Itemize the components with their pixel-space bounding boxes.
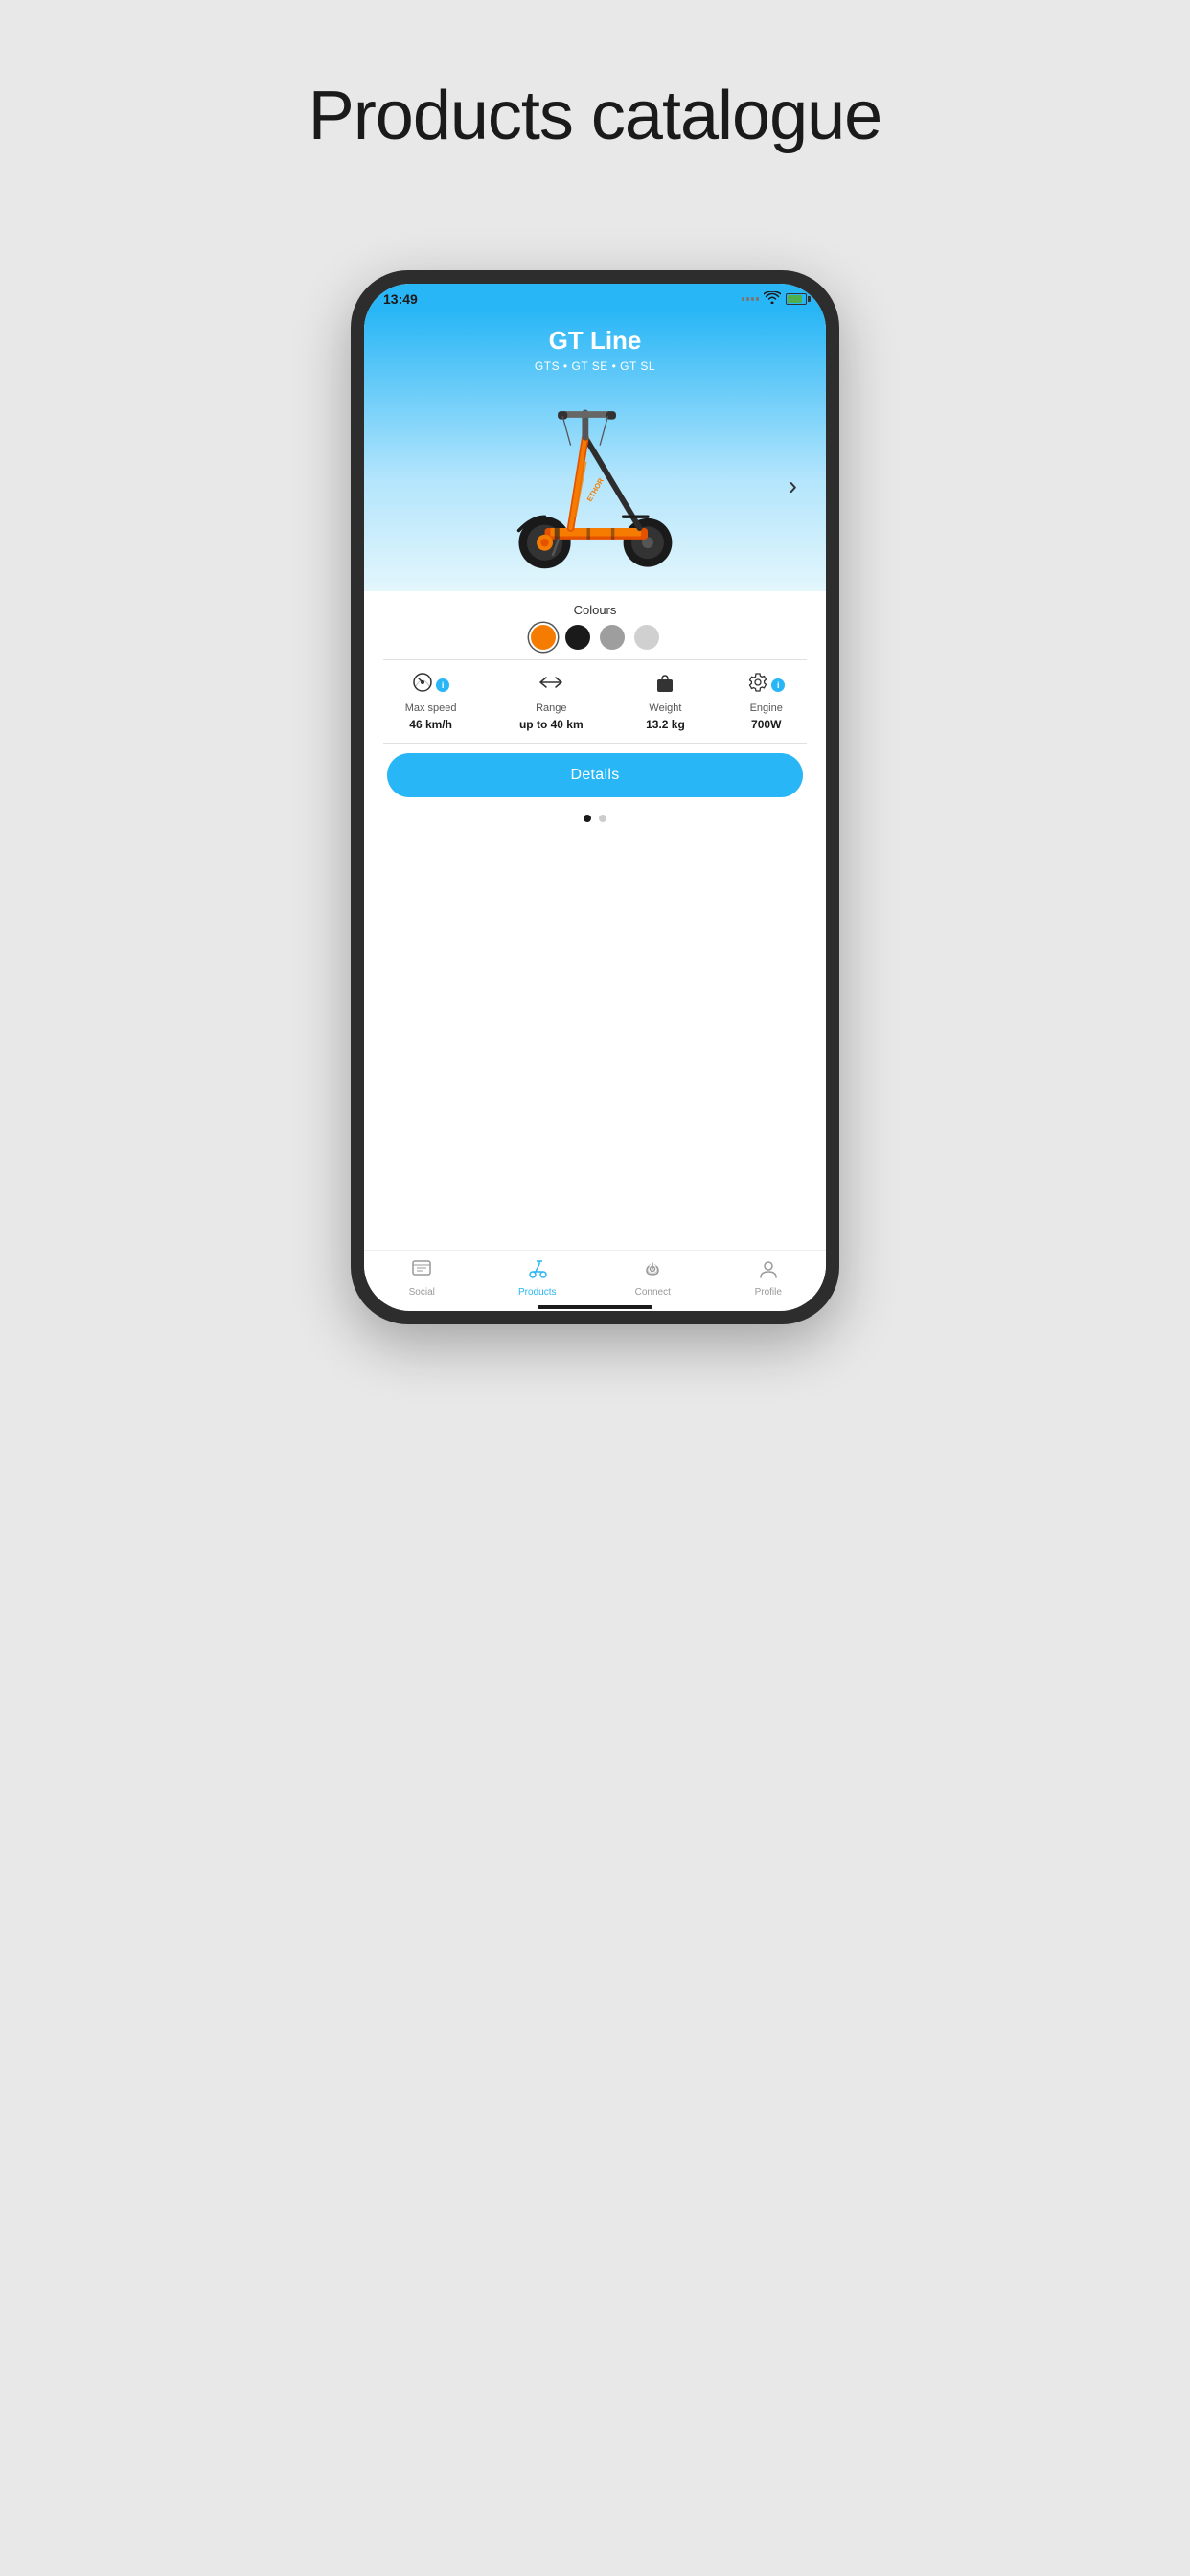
spec-max-speed: i Max speed 46 km/h bbox=[405, 672, 457, 731]
signal-icon bbox=[742, 297, 759, 301]
colors-section: Colours bbox=[364, 591, 826, 659]
color-swatch-orange[interactable] bbox=[531, 625, 556, 650]
profile-icon bbox=[758, 1258, 779, 1285]
spec-label-speed: Max speed bbox=[405, 702, 457, 714]
spec-value-weight: 13.2 kg bbox=[646, 718, 685, 731]
spec-icon-row-engine: i bbox=[747, 672, 785, 699]
color-swatch-black[interactable] bbox=[565, 625, 590, 650]
product-name: GT Line bbox=[549, 326, 642, 356]
spec-value-range: up to 40 km bbox=[519, 718, 584, 731]
home-indicator bbox=[538, 1305, 652, 1309]
products-icon bbox=[527, 1258, 548, 1285]
status-icons bbox=[742, 291, 807, 307]
spec-icon-row-speed: i bbox=[412, 672, 449, 699]
status-bar: 13:49 bbox=[364, 284, 826, 310]
gear-icon bbox=[747, 672, 768, 699]
spec-label-engine: Engine bbox=[750, 702, 783, 714]
details-section: Details bbox=[364, 744, 826, 807]
nav-label-social: Social bbox=[409, 1287, 435, 1298]
color-swatches bbox=[383, 625, 807, 650]
next-arrow-button[interactable]: › bbox=[789, 471, 797, 501]
scooter-image: ETHOR bbox=[490, 390, 700, 582]
spec-range: Range up to 40 km bbox=[519, 672, 584, 731]
speedometer-icon bbox=[412, 672, 433, 699]
nav-label-profile: Profile bbox=[755, 1287, 782, 1298]
spec-icon-row-weight bbox=[654, 672, 675, 699]
speed-info-badge[interactable]: i bbox=[436, 678, 449, 692]
weight-icon bbox=[654, 672, 675, 699]
nav-item-products[interactable]: Products bbox=[480, 1258, 596, 1298]
spec-engine: i Engine 700W bbox=[747, 672, 785, 731]
spec-weight: Weight 13.2 kg bbox=[646, 672, 685, 731]
status-time: 13:49 bbox=[383, 291, 418, 307]
spec-value-engine: 700W bbox=[751, 718, 781, 731]
svg-text:ETHOR: ETHOR bbox=[585, 476, 606, 503]
color-swatch-gray[interactable] bbox=[600, 625, 625, 650]
specs-section: i Max speed 46 km/h Range bbox=[364, 660, 826, 743]
spec-icon-row-range bbox=[538, 672, 563, 699]
nav-label-products: Products bbox=[518, 1287, 556, 1298]
phone-screen: 13:49 bbox=[364, 284, 826, 1311]
details-button[interactable]: Details bbox=[387, 753, 803, 797]
page-indicator-2[interactable] bbox=[599, 815, 606, 822]
nav-item-profile[interactable]: Profile bbox=[711, 1258, 827, 1298]
page-title: Products catalogue bbox=[309, 77, 881, 155]
range-icon bbox=[538, 672, 563, 699]
nav-label-connect: Connect bbox=[635, 1287, 671, 1298]
social-icon bbox=[411, 1258, 432, 1285]
product-variants: GTS • GT SE • GT SL bbox=[535, 359, 655, 373]
engine-info-badge[interactable]: i bbox=[771, 678, 785, 692]
spec-label-weight: Weight bbox=[649, 702, 681, 714]
battery-icon bbox=[786, 293, 807, 305]
phone-frame: 13:49 bbox=[351, 270, 839, 1324]
nav-item-social[interactable]: Social bbox=[364, 1258, 480, 1298]
colors-label: Colours bbox=[383, 603, 807, 617]
nav-item-connect[interactable]: Connect bbox=[595, 1258, 711, 1298]
connect-icon bbox=[642, 1258, 663, 1285]
color-swatch-lightgray[interactable] bbox=[634, 625, 659, 650]
page-indicator-1[interactable] bbox=[584, 815, 591, 822]
spec-value-speed: 46 km/h bbox=[409, 718, 452, 731]
bottom-nav: Social Products bbox=[364, 1250, 826, 1301]
page-indicators bbox=[364, 807, 826, 830]
wifi-icon bbox=[764, 291, 781, 307]
spec-label-range: Range bbox=[536, 702, 566, 714]
product-image-container: ETHOR › bbox=[383, 380, 807, 591]
hero-section: GT Line GTS • GT SE • GT SL bbox=[364, 310, 826, 591]
